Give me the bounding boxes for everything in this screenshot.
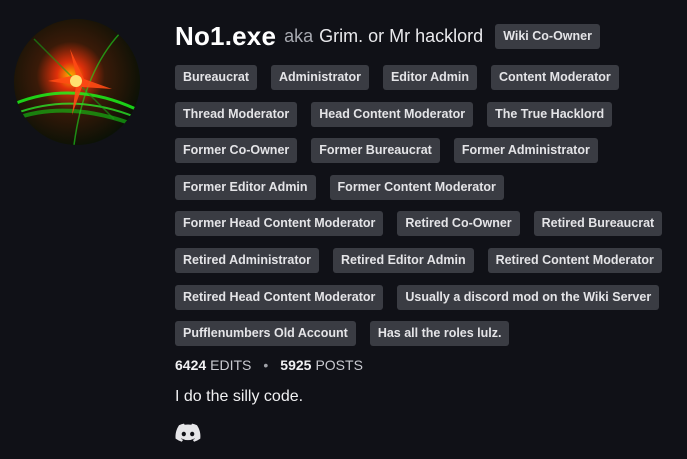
badge-row: Retired Head Content Moderator Usually a … (175, 284, 680, 310)
role-badge: Head Content Moderator (311, 101, 474, 127)
role-badge: Editor Admin (382, 65, 477, 90)
aka-names: Grim. or Mr hacklord (319, 25, 484, 46)
badge-row: Thread Moderator Head Content Moderator Th… (175, 101, 680, 127)
badge-row: Pufflenumbers Old Account Has all the rol… (175, 321, 680, 347)
role-badge: Retired Administrator (175, 247, 320, 273)
role-badge: Retired Head Content Moderator (175, 284, 384, 310)
role-badge: Retired Content Moderator (487, 247, 662, 273)
role-badge: Former Administrator (453, 138, 598, 164)
badge-row: Retired Administrator Retired Editor Admi… (175, 247, 680, 273)
bio: I do the silly code. (175, 388, 304, 405)
profile-info: No1.exe aka Grim. or Mr hacklord Wiki Co… (175, 20, 680, 442)
role-badge: Has all the roles lulz. (369, 321, 510, 347)
discord-icon[interactable] (175, 423, 201, 443)
edits-label: EDITS (210, 357, 252, 373)
posts-label: POSTS (315, 357, 363, 373)
role-badge: Former Editor Admin (175, 174, 316, 200)
role-badge: Former Content Moderator (329, 174, 504, 200)
role-badge: The True Hacklord (487, 101, 613, 127)
role-badge: Former Head Content Moderator (175, 211, 384, 237)
role-badge: Retired Co-Owner (397, 211, 520, 237)
role-badge: Bureaucrat (175, 65, 257, 90)
role-badge: Pufflenumbers Old Account (175, 321, 356, 347)
stats-separator: • (263, 357, 269, 373)
role-badge: Content Moderator (490, 65, 619, 90)
avatar (14, 19, 140, 145)
profile-stats: 6424 EDITS • 5925 POSTS (175, 357, 363, 373)
role-badge: Retired Editor Admin (333, 247, 474, 273)
aka-label: aka (284, 25, 314, 46)
role-badges: Bureaucrat Administrator Editor Admin Conte… (175, 65, 680, 358)
role-badge: Former Co-Owner (175, 138, 298, 164)
role-badge: Retired Bureaucrat (533, 211, 663, 237)
edits-count: 6424 (175, 357, 207, 373)
role-badge: Usually a discord mod on the Wiki Server (397, 284, 660, 310)
name-row: No1.exe aka Grim. or Mr hacklord Wiki Co… (175, 20, 680, 52)
role-badge: Former Bureaucrat (311, 138, 440, 164)
badge-row: Former Co-Owner Former Bureaucrat Former A… (175, 138, 680, 164)
role-badge-primary: Wiki Co-Owner (495, 23, 600, 49)
role-badge: Thread Moderator (175, 101, 298, 127)
badge-row: Former Editor Admin Former Content Modera… (175, 174, 680, 200)
badge-row: Bureaucrat Administrator Editor Admin Conte… (175, 65, 680, 90)
badge-row: Former Head Content Moderator Retired Co-… (175, 211, 680, 237)
role-badge: Administrator (271, 65, 369, 90)
posts-count: 5925 (280, 357, 312, 373)
username: No1.exe (175, 20, 277, 51)
